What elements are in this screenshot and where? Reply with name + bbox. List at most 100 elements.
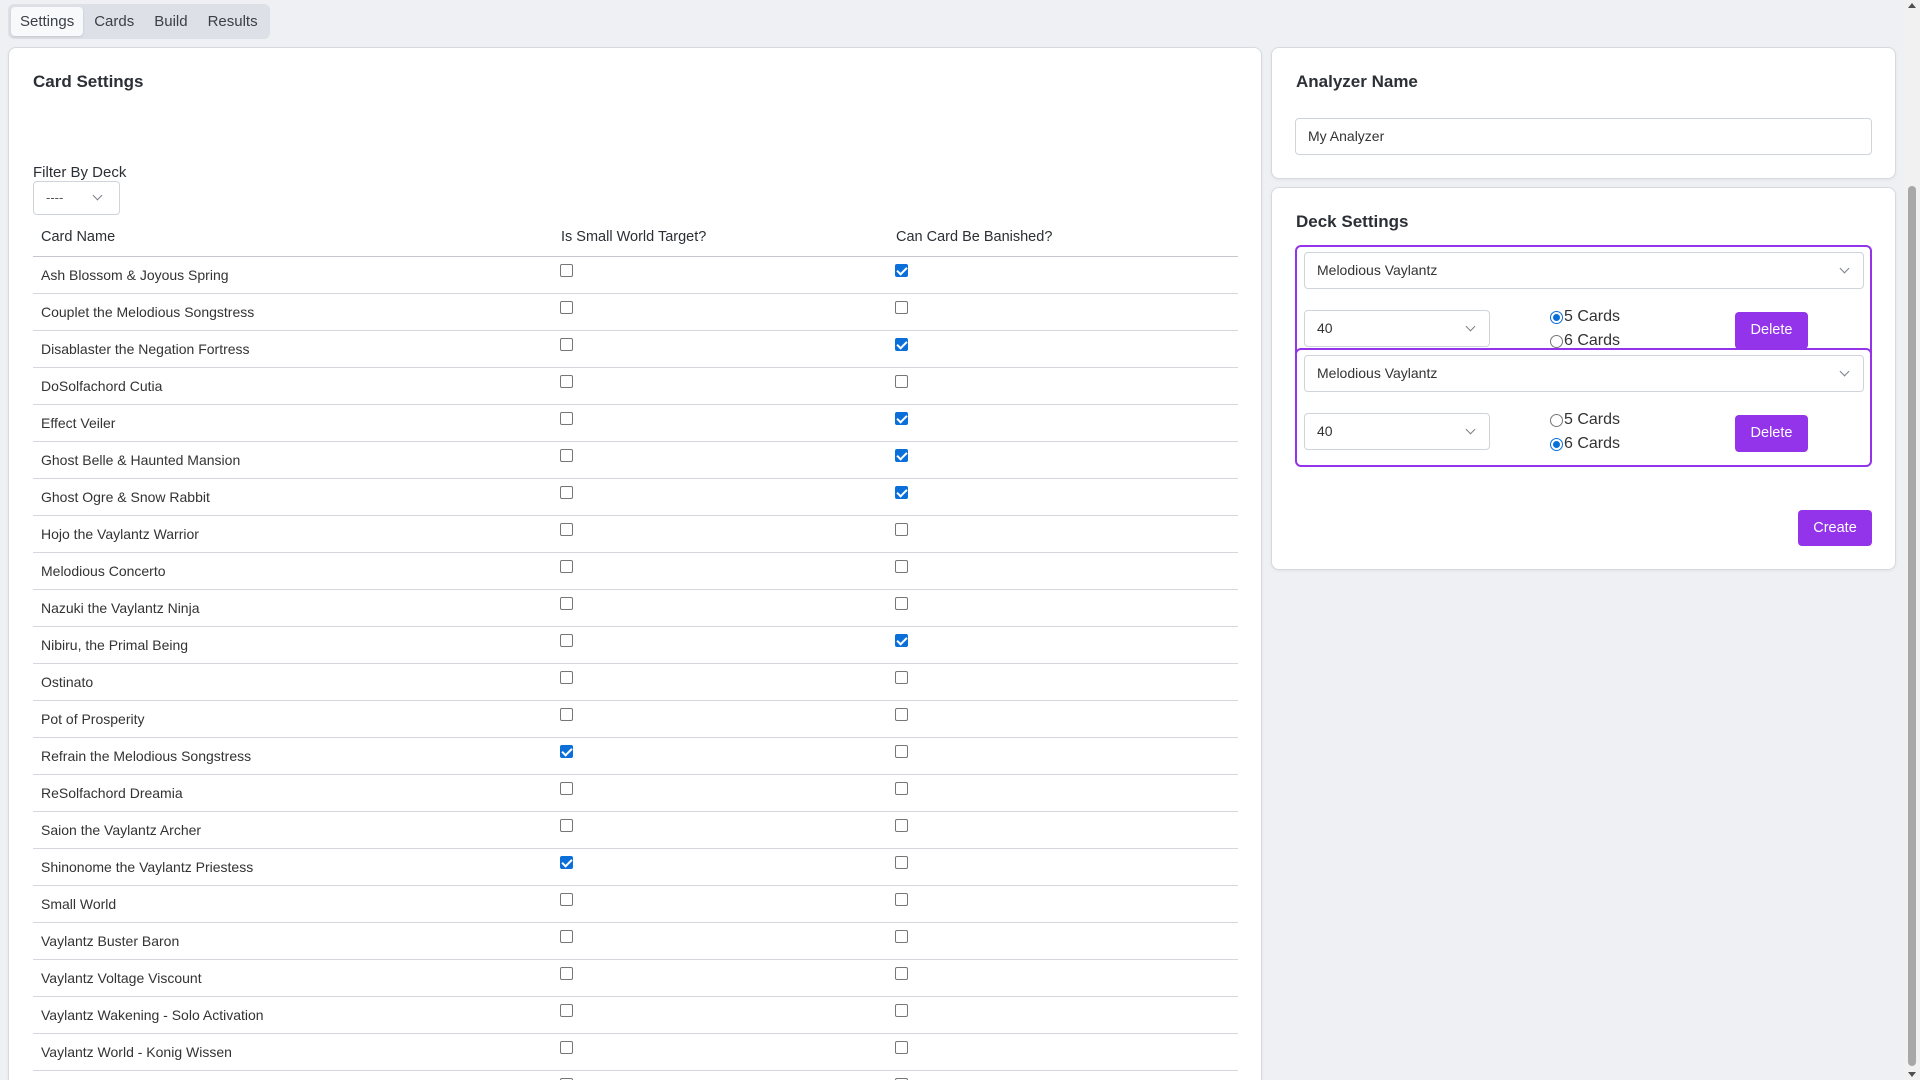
deck-size-select[interactable]: 40: [1304, 310, 1490, 347]
can-be-banished-checkbox[interactable]: [895, 485, 908, 499]
small-world-target-checkbox[interactable]: [560, 559, 573, 573]
card-name-cell: Vaylantz World - Shinra Bansho: [33, 1070, 553, 1080]
tab-cards[interactable]: Cards: [85, 7, 143, 36]
can-be-banished-checkbox[interactable]: [895, 966, 908, 980]
banish-cell: [888, 922, 1238, 960]
deck-size-select[interactable]: 40: [1304, 413, 1490, 450]
small-world-cell: [553, 663, 888, 701]
hand-size-option-6[interactable]: 6 Cards: [1550, 435, 1620, 453]
filter-by-deck-select[interactable]: ----: [33, 181, 120, 215]
analyzer-name-input[interactable]: My Analyzer: [1295, 118, 1872, 155]
small-world-target-checkbox[interactable]: [560, 1040, 573, 1054]
can-be-banished-checkbox[interactable]: [895, 1003, 908, 1017]
small-world-target-checkbox[interactable]: [560, 744, 573, 758]
delete-deck-button[interactable]: Delete: [1735, 312, 1808, 349]
can-be-banished-checkbox[interactable]: [895, 448, 908, 462]
deck-entry: Melodious Vaylantz 40 5 Cards 6 Cards Delete: [1295, 348, 1872, 467]
small-world-target-checkbox[interactable]: [560, 670, 573, 684]
can-be-banished-checkbox[interactable]: [895, 522, 908, 536]
can-be-banished-checkbox[interactable]: [895, 670, 908, 684]
scroll-up-arrow-icon[interactable]: [1908, 3, 1916, 8]
table-row: Vaylantz World - Konig Wissen: [33, 1033, 1238, 1071]
chevron-down-icon: [1839, 366, 1850, 377]
deck-select[interactable]: Melodious Vaylantz: [1304, 355, 1864, 392]
banish-cell: [888, 626, 1238, 664]
radio-6-cards-label: 6 Cards: [1564, 435, 1621, 452]
tab-settings[interactable]: Settings: [11, 7, 84, 36]
small-world-target-checkbox[interactable]: [560, 411, 573, 425]
radio-6-cards[interactable]: [1550, 334, 1563, 348]
hand-size-option-5[interactable]: 5 Cards: [1550, 308, 1620, 326]
card-name-cell: Ostinato: [33, 663, 553, 701]
small-world-target-checkbox[interactable]: [560, 374, 573, 388]
table-row: Vaylantz Wakening - Solo Activation: [33, 996, 1238, 1034]
banish-cell: [888, 441, 1238, 479]
small-world-target-checkbox[interactable]: [560, 855, 573, 869]
can-be-banished-checkbox[interactable]: [895, 1040, 908, 1054]
small-world-cell: [553, 922, 888, 960]
can-be-banished-checkbox[interactable]: [895, 892, 908, 906]
radio-5-cards-label: 5 Cards: [1564, 411, 1621, 428]
tab-bar: Settings Cards Build Results: [8, 4, 270, 39]
table-row: Couplet the Melodious Songstress: [33, 293, 1238, 331]
small-world-target-checkbox[interactable]: [560, 966, 573, 980]
scrollbar-thumb[interactable]: [1908, 186, 1916, 1066]
can-be-banished-checkbox[interactable]: [895, 781, 908, 795]
can-be-banished-checkbox[interactable]: [895, 855, 908, 869]
banish-cell: [888, 293, 1238, 331]
small-world-target-checkbox[interactable]: [560, 707, 573, 721]
card-name-cell: Nibiru, the Primal Being: [33, 626, 553, 664]
can-be-banished-checkbox[interactable]: [895, 559, 908, 573]
banish-cell: [888, 330, 1238, 368]
small-world-target-checkbox[interactable]: [560, 596, 573, 610]
table-row: Ostinato: [33, 663, 1238, 701]
scroll-down-arrow-icon[interactable]: [1908, 1072, 1916, 1077]
can-be-banished-checkbox[interactable]: [895, 596, 908, 610]
small-world-target-checkbox[interactable]: [560, 1003, 573, 1017]
small-world-cell: [553, 996, 888, 1034]
column-header-banished: Can Card Be Banished?: [888, 219, 1238, 257]
deck-select[interactable]: Melodious Vaylantz: [1304, 252, 1864, 289]
small-world-target-checkbox[interactable]: [560, 485, 573, 499]
tab-build[interactable]: Build: [145, 7, 196, 36]
table-row: Vaylantz Voltage Viscount: [33, 959, 1238, 997]
small-world-cell: [553, 330, 888, 368]
small-world-target-checkbox[interactable]: [560, 633, 573, 647]
can-be-banished-checkbox[interactable]: [895, 263, 908, 277]
small-world-target-checkbox[interactable]: [560, 448, 573, 462]
can-be-banished-checkbox[interactable]: [895, 337, 908, 351]
table-row: Refrain the Melodious Songstress: [33, 737, 1238, 775]
small-world-target-checkbox[interactable]: [560, 300, 573, 314]
banish-cell: [888, 1070, 1238, 1080]
can-be-banished-checkbox[interactable]: [895, 374, 908, 388]
can-be-banished-checkbox[interactable]: [895, 411, 908, 425]
small-world-target-checkbox[interactable]: [560, 263, 573, 277]
can-be-banished-checkbox[interactable]: [895, 744, 908, 758]
small-world-target-checkbox[interactable]: [560, 337, 573, 351]
small-world-target-checkbox[interactable]: [560, 892, 573, 906]
scrollbar[interactable]: [1904, 0, 1920, 1080]
can-be-banished-checkbox[interactable]: [895, 929, 908, 943]
small-world-target-checkbox[interactable]: [560, 929, 573, 943]
create-button[interactable]: Create: [1798, 510, 1872, 546]
delete-deck-button[interactable]: Delete: [1735, 415, 1808, 452]
small-world-target-checkbox[interactable]: [560, 781, 573, 795]
card-name-cell: Disablaster the Negation Fortress: [33, 330, 553, 368]
can-be-banished-checkbox[interactable]: [895, 633, 908, 647]
radio-5-cards[interactable]: [1550, 413, 1563, 427]
tab-results[interactable]: Results: [199, 7, 267, 36]
small-world-target-checkbox[interactable]: [560, 818, 573, 832]
small-world-cell: [553, 1070, 888, 1080]
can-be-banished-checkbox[interactable]: [895, 707, 908, 721]
hand-size-option-5[interactable]: 5 Cards: [1550, 411, 1620, 429]
card-name-cell: ReSolfachord Dreamia: [33, 774, 553, 812]
small-world-cell: [553, 552, 888, 590]
small-world-cell: [553, 811, 888, 849]
banish-cell: [888, 1033, 1238, 1071]
table-row: Ghost Ogre & Snow Rabbit: [33, 478, 1238, 516]
small-world-target-checkbox[interactable]: [560, 522, 573, 536]
can-be-banished-checkbox[interactable]: [895, 300, 908, 314]
radio-6-cards[interactable]: [1550, 437, 1563, 451]
can-be-banished-checkbox[interactable]: [895, 818, 908, 832]
radio-5-cards[interactable]: [1550, 310, 1563, 324]
